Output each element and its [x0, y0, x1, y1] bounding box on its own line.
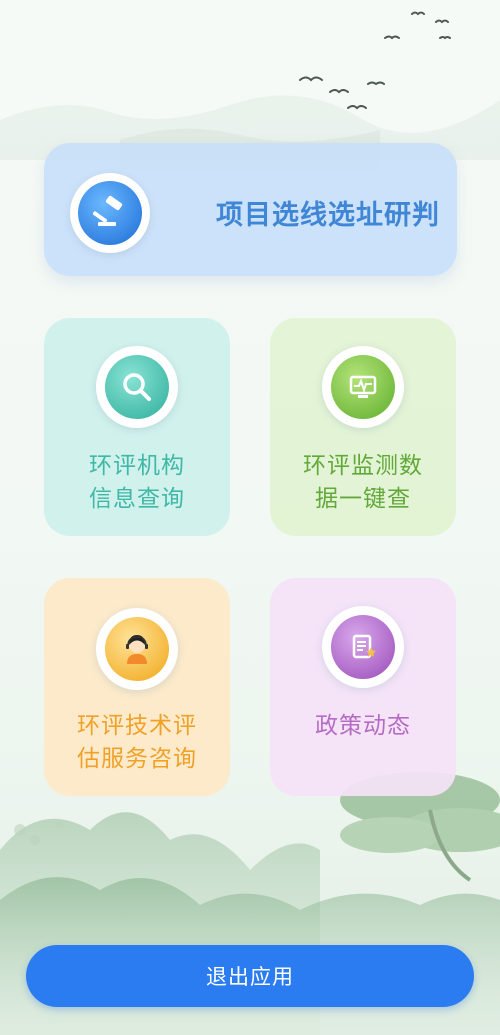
search-icon-ring — [96, 346, 178, 428]
document-star-icon — [331, 615, 395, 679]
card-title: 政策动态 — [315, 713, 411, 739]
card-title: 项目选线选址研判 — [216, 200, 440, 231]
card-title: 环评机构 信息查询 — [89, 453, 185, 512]
gavel-icon-ring — [70, 173, 150, 253]
monitor-icon — [331, 355, 395, 419]
monitor-icon-ring — [322, 346, 404, 428]
document-star-icon-ring — [322, 606, 404, 688]
search-icon — [105, 355, 169, 419]
gavel-icon — [78, 181, 142, 245]
project-route-site-analysis-card[interactable]: 项目选线选址研判 — [44, 143, 457, 276]
birds-icon — [299, 11, 451, 110]
policy-news-card[interactable]: 政策动态 — [270, 578, 456, 796]
customer-service-icon — [105, 617, 169, 681]
exit-app-button[interactable]: 退出应用 — [26, 945, 474, 1007]
monitoring-data-query-card[interactable]: 环评监测数 据一键查 — [270, 318, 456, 536]
customer-service-icon-ring — [96, 608, 178, 690]
card-title: 环评监测数 据一键查 — [303, 453, 423, 512]
agency-info-query-card[interactable]: 环评机构 信息查询 — [44, 318, 230, 536]
technical-assessment-consulting-card[interactable]: 环评技术评 估服务咨询 — [44, 578, 230, 796]
card-title: 环评技术评 估服务咨询 — [77, 713, 197, 772]
